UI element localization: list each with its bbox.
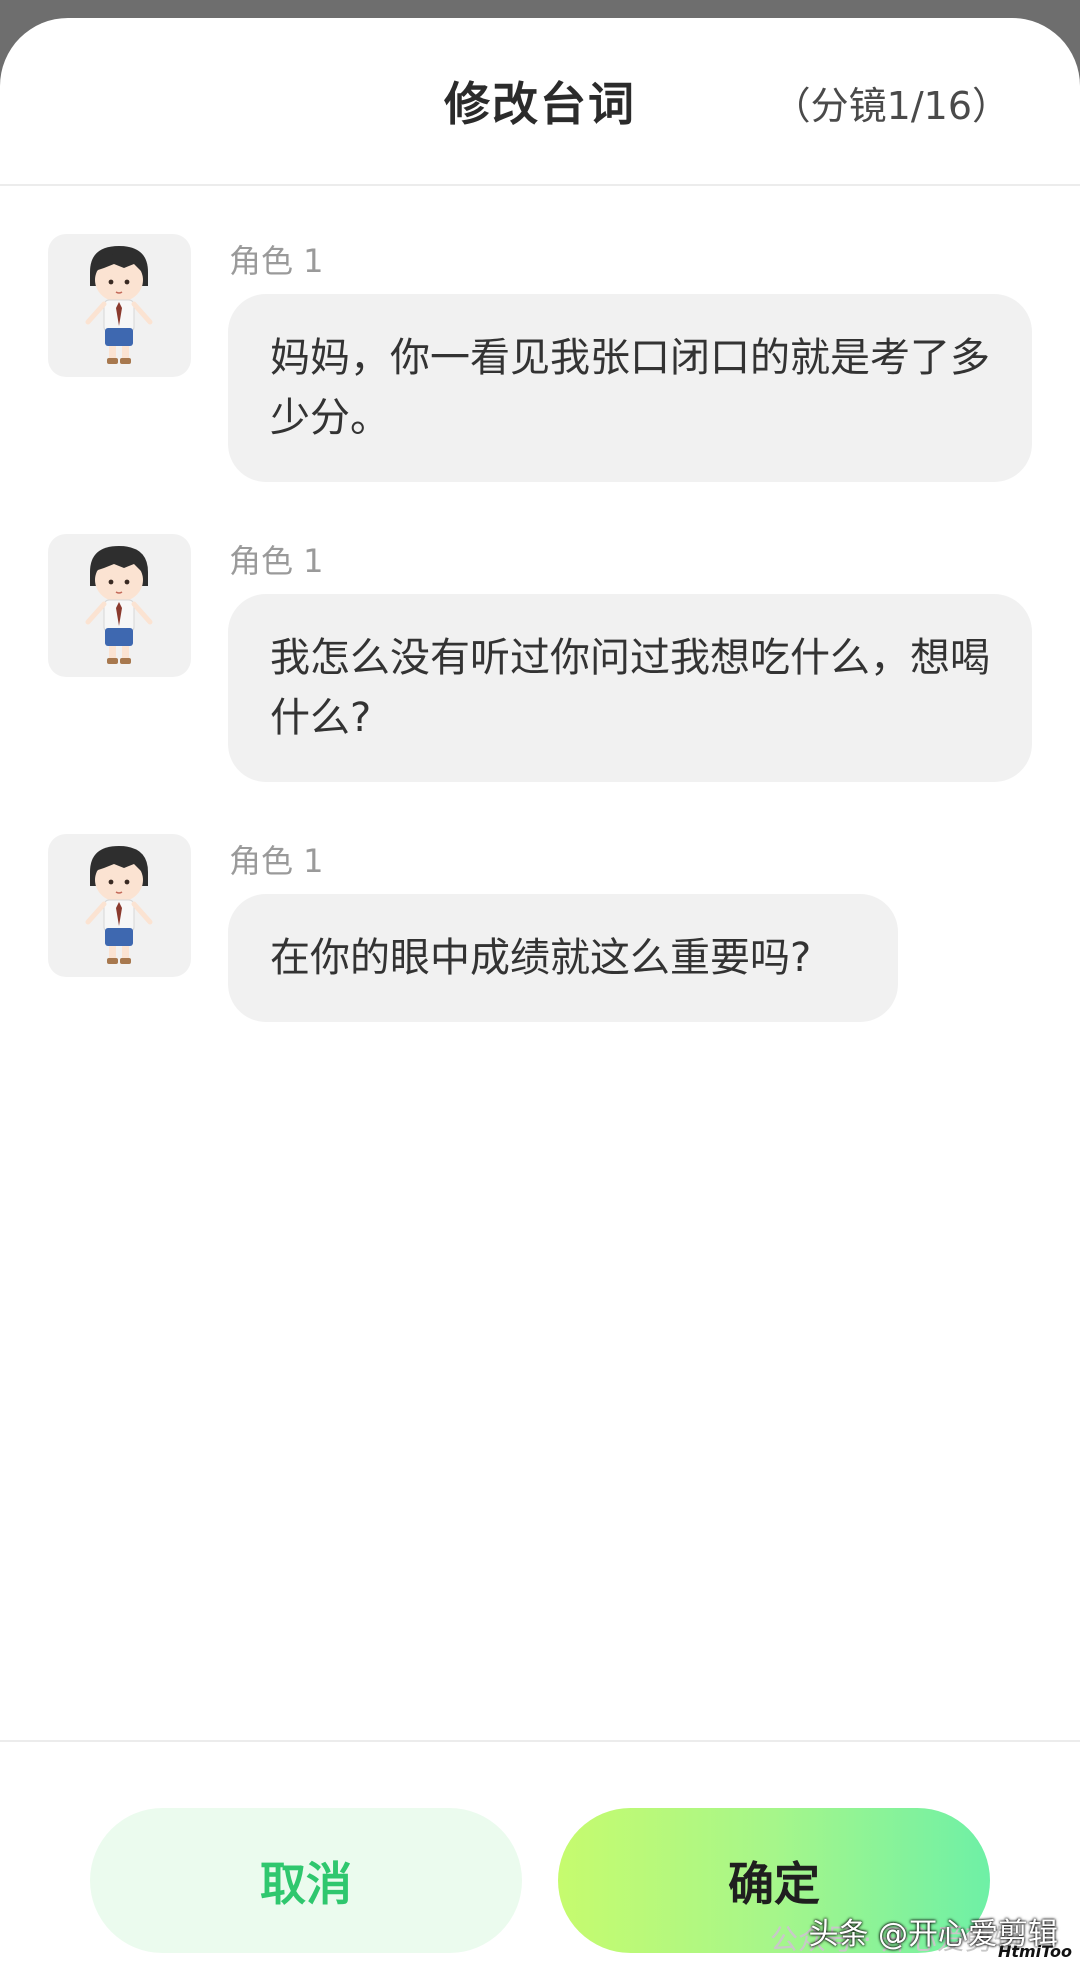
boy-character-avatar-icon	[85, 246, 153, 364]
avatar[interactable]	[48, 834, 191, 977]
dialogue-bubble[interactable]: 妈妈，你一看见我张口闭口的就是考了多少分。	[228, 294, 1032, 482]
boy-character-avatar-icon	[85, 846, 153, 964]
role-name: 角色 1	[229, 542, 324, 580]
cancel-button[interactable]: 取消	[90, 1808, 522, 1953]
dialogue-bubble[interactable]: 在你的眼中成绩就这么重要吗?	[228, 894, 898, 1022]
dialogue-bubble[interactable]: 我怎么没有听过你问过我想吃什么，想喝什么?	[228, 594, 1032, 782]
avatar[interactable]	[48, 534, 191, 677]
sheet-header: 修改台词 （分镜1/16）	[0, 18, 1080, 186]
boy-character-avatar-icon	[85, 546, 153, 664]
role-name: 角色 1	[229, 242, 324, 280]
avatar[interactable]	[48, 234, 191, 377]
scene-counter: （分镜1/16）	[772, 84, 1010, 128]
role-name: 角色 1	[229, 842, 324, 880]
edit-lines-sheet: 修改台词 （分镜1/16） 角色 1 妈妈，你一看见我张口闭口的就是考了多少分。…	[0, 18, 1080, 1963]
watermark-logo: HtmiToo	[997, 1942, 1072, 1961]
